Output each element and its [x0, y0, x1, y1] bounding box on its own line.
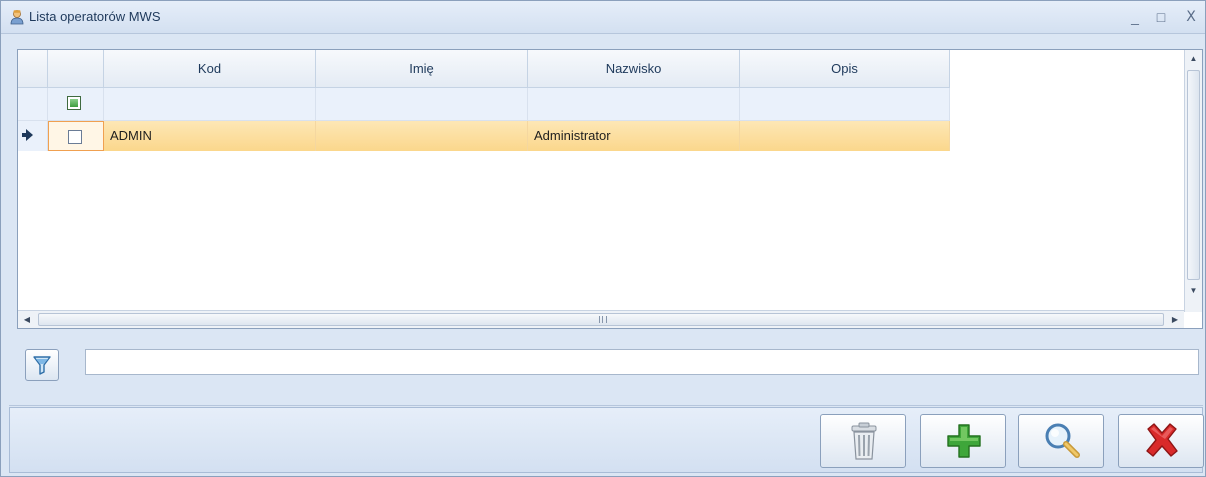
- cell-nazwisko[interactable]: Administrator: [528, 121, 740, 151]
- row-checkbox[interactable]: [68, 130, 82, 144]
- filter-panel: [17, 337, 1203, 399]
- column-header-opis[interactable]: Opis: [740, 50, 950, 88]
- panel-divider: [9, 405, 1203, 406]
- filter-cell-kod[interactable]: [104, 88, 316, 121]
- scroll-up-arrow-icon[interactable]: ▲: [1185, 50, 1202, 68]
- filter-input[interactable]: [85, 349, 1199, 375]
- delete-button[interactable]: [820, 414, 906, 468]
- filter-cell-opis[interactable]: [740, 88, 950, 121]
- cell-opis[interactable]: [740, 121, 950, 151]
- operator-user-icon: [10, 10, 24, 25]
- operators-grid[interactable]: Kod Imię Nazwisko Opis ADMIN Administrat…: [17, 49, 1203, 329]
- row-check-cell[interactable]: [48, 121, 104, 151]
- title-bar[interactable]: Lista operatorów MWS _ □ X: [1, 1, 1205, 34]
- filter-cell-imie[interactable]: [316, 88, 528, 121]
- horizontal-scroll-thumb[interactable]: [38, 313, 1164, 326]
- current-row-indicator: [18, 121, 48, 151]
- trash-icon: [851, 422, 877, 460]
- add-button[interactable]: [920, 414, 1006, 468]
- column-header-imie[interactable]: Imię: [316, 50, 528, 88]
- horizontal-scrollbar[interactable]: ◀ ▶: [18, 310, 1184, 328]
- scroll-down-arrow-icon[interactable]: ▼: [1185, 282, 1202, 300]
- scroll-left-arrow-icon[interactable]: ◀: [18, 311, 36, 328]
- vertical-scrollbar[interactable]: ▲ ▼: [1184, 50, 1202, 312]
- minimize-button[interactable]: _: [1125, 7, 1145, 27]
- filter-button[interactable]: [25, 349, 59, 381]
- scroll-grip-icon: [599, 316, 607, 323]
- funnel-icon: [33, 356, 51, 375]
- operators-list-window: Lista operatorów MWS _ □ X Kod Imię Nazw…: [0, 0, 1206, 477]
- close-button[interactable]: [1118, 414, 1204, 468]
- header-check-cell[interactable]: [48, 50, 104, 88]
- column-header-kod[interactable]: Kod: [104, 50, 316, 88]
- close-window-button[interactable]: X: [1181, 7, 1201, 27]
- magnifier-icon: [1045, 423, 1080, 458]
- search-button[interactable]: [1018, 414, 1104, 468]
- vertical-scroll-thumb[interactable]: [1187, 70, 1200, 280]
- cell-imie[interactable]: [316, 121, 528, 151]
- action-toolbar: [9, 407, 1204, 473]
- filter-cell-nazwisko[interactable]: [528, 88, 740, 121]
- column-header-nazwisko[interactable]: Nazwisko: [528, 50, 740, 88]
- cell-kod[interactable]: ADMIN: [104, 121, 316, 151]
- filter-row-indicator: [18, 88, 48, 121]
- plus-icon: [947, 424, 981, 458]
- header-indicator-cell: [18, 50, 48, 88]
- window-title: Lista operatorów MWS: [29, 9, 161, 24]
- scroll-right-arrow-icon[interactable]: ▶: [1166, 311, 1184, 328]
- row-pointer-arrow-head: [26, 129, 33, 141]
- red-x-icon: [1146, 423, 1178, 457]
- select-all-checkbox[interactable]: [67, 96, 81, 110]
- maximize-button[interactable]: □: [1151, 7, 1171, 27]
